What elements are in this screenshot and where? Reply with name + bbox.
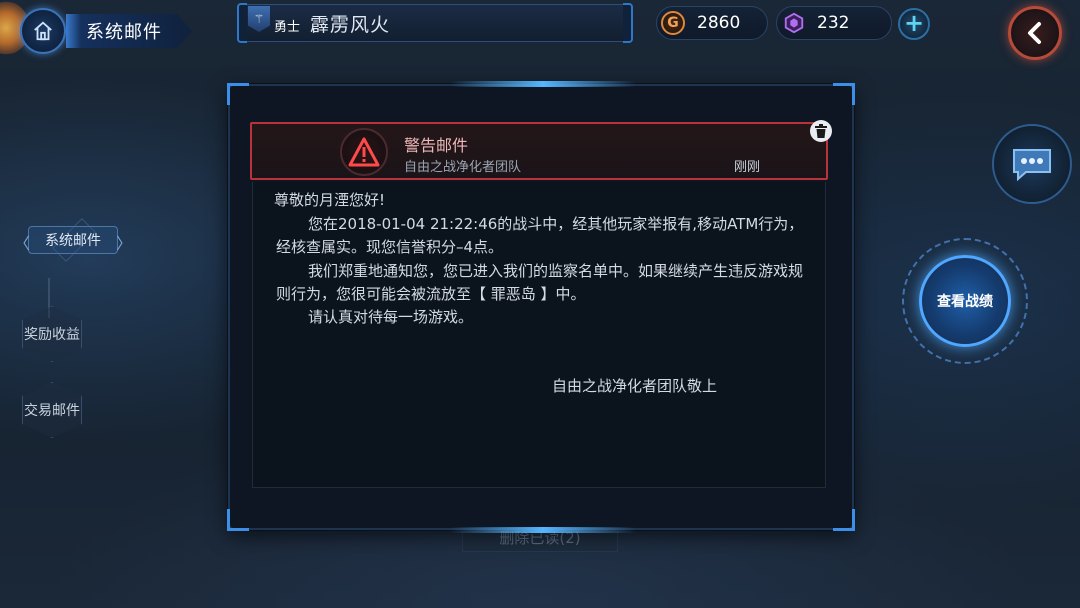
chevron-left-icon: 〈 bbox=[14, 234, 31, 253]
mail-paragraph: 您在2018-01-04 21:22:46的战斗中，经其他玩家举报有,移动ATM… bbox=[276, 215, 804, 256]
chat-bubble-icon bbox=[1013, 149, 1051, 182]
chevron-right-icon: 〉 bbox=[115, 234, 132, 253]
mail-header: 警告邮件 自由之战净化者团队 刚刚 bbox=[250, 122, 828, 180]
mail-paragraph: 我们郑重地通知您，您已进入我们的监察名单中。如果继续产生违反游戏规则行为，您很可… bbox=[276, 262, 804, 303]
mail-title: 警告邮件 bbox=[404, 136, 469, 155]
trash-icon bbox=[815, 124, 827, 138]
view-stats-label: 查看战绩 bbox=[919, 255, 1011, 347]
gem-cube-icon bbox=[784, 12, 804, 34]
mail-sender: 自由之战净化者团队 bbox=[404, 160, 522, 175]
rank-label: 勇士 bbox=[274, 20, 301, 35]
sidebar-item-label: 系统邮件 bbox=[45, 233, 101, 249]
gold-value: 2860 bbox=[697, 13, 741, 33]
gold-currency: G 2860 bbox=[656, 6, 768, 40]
warning-icon bbox=[340, 128, 388, 176]
mail-paragraph: 请认真对待每一场游戏。 bbox=[308, 308, 474, 326]
sidebar-item-system-mail[interactable]: 〈 系统邮件 〉 bbox=[14, 218, 132, 262]
mail-time: 刚刚 bbox=[734, 160, 761, 175]
sidebar-item-label: 奖励收益 bbox=[24, 327, 80, 343]
sidebar-item-rewards[interactable]: 奖励收益 bbox=[14, 306, 90, 362]
view-stats-button[interactable]: 查看战绩 bbox=[902, 238, 1028, 364]
mail-signature: 自由之战净化者团队敬上 bbox=[552, 377, 718, 395]
chat-button[interactable] bbox=[992, 124, 1072, 204]
mail-greeting: 尊敬的月湮您好! bbox=[274, 191, 386, 209]
gem-value: 232 bbox=[817, 13, 850, 33]
player-name: 霹雳风火 bbox=[310, 14, 391, 36]
delete-mail-button[interactable] bbox=[810, 120, 832, 142]
home-icon bbox=[34, 21, 52, 41]
gem-currency: 232 bbox=[776, 6, 892, 40]
plus-icon: + bbox=[903, 9, 925, 37]
gold-coin-icon: G bbox=[661, 11, 685, 35]
add-currency-button[interactable]: + bbox=[898, 8, 930, 40]
back-button[interactable] bbox=[1008, 6, 1062, 60]
sidebar-item-trade-mail[interactable]: 交易邮件 bbox=[14, 382, 90, 438]
chevron-left-icon bbox=[1028, 22, 1041, 44]
sidebar-item-label: 交易邮件 bbox=[24, 403, 80, 419]
page-title: 系统邮件 bbox=[66, 14, 192, 48]
home-button[interactable] bbox=[20, 8, 66, 54]
